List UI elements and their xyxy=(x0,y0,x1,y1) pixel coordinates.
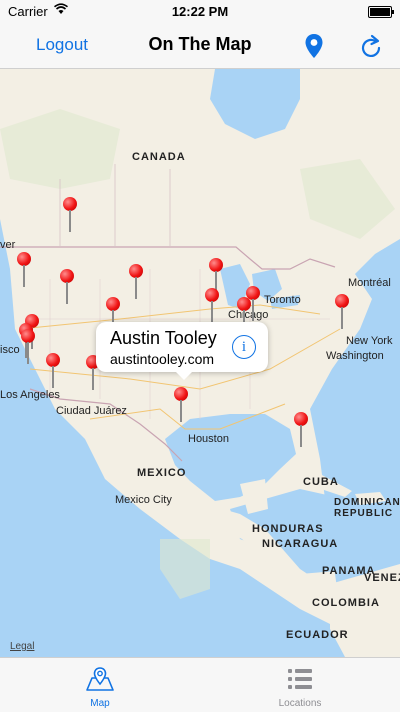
location-pin[interactable] xyxy=(127,264,145,316)
map-label-houston: Houston xyxy=(188,433,229,445)
map-label-vancouver: ver xyxy=(0,239,16,251)
location-pin[interactable] xyxy=(61,197,79,249)
tab-locations-label: Locations xyxy=(278,698,322,709)
map-icon xyxy=(86,667,114,691)
map-label-canada: CANADA xyxy=(132,151,186,163)
location-pin[interactable] xyxy=(58,269,76,321)
navigation-bar: Logout On The Map xyxy=(0,24,400,69)
map-label-honduras: HONDURAS xyxy=(252,523,324,535)
map-label-montreal: Montréal xyxy=(348,277,391,289)
tab-bar: Map Locations xyxy=(0,657,400,712)
battery-icon xyxy=(368,6,394,18)
list-icon xyxy=(288,669,312,689)
map-label-colombia: COLOMBIA xyxy=(312,597,380,609)
refresh-icon xyxy=(361,34,381,57)
page-title: On The Map xyxy=(148,34,252,54)
location-pin[interactable] xyxy=(44,353,62,405)
location-pin[interactable] xyxy=(292,412,310,464)
legal-link[interactable]: Legal xyxy=(10,641,34,652)
map-label-dominican-republic: DOMINICAN REPUBLIC xyxy=(334,497,400,519)
info-icon[interactable]: i xyxy=(232,335,256,359)
add-pin-button[interactable] xyxy=(302,32,326,60)
annotation-callout[interactable]: Austin Tooley austintooley.com i xyxy=(96,322,268,380)
map-label-mexico: MEXICO xyxy=(137,467,187,479)
refresh-button[interactable] xyxy=(358,33,386,61)
map-label-toronto: Toronto xyxy=(264,294,301,306)
map-label-new-york: New York xyxy=(346,335,393,347)
map-label-nicaragua: NICARAGUA xyxy=(262,538,339,550)
tab-locations[interactable]: Locations xyxy=(200,658,400,712)
callout-student-url[interactable]: austintooley.com xyxy=(110,351,214,367)
tab-map-label: Map xyxy=(90,698,110,709)
callout-student-name: Austin Tooley xyxy=(110,328,217,348)
location-pin[interactable] xyxy=(172,387,190,439)
map-label-ecuador: ECUADOR xyxy=(286,629,349,641)
map-label-venezuela: VENEZU xyxy=(364,572,400,584)
map-label-washington: Washington xyxy=(326,350,384,362)
status-bar: Carrier 12:22 PM xyxy=(0,0,400,24)
clock: 12:22 PM xyxy=(171,4,229,19)
location-pin[interactable] xyxy=(333,294,351,346)
map-view[interactable]: CANADA ver Montréal Toronto Chicago New … xyxy=(0,69,400,657)
tab-map[interactable]: Map xyxy=(0,658,200,712)
location-pin-icon xyxy=(305,34,323,58)
map-label-cuba: CUBA xyxy=(303,476,339,488)
map-label-mexico-city: Mexico City xyxy=(115,494,172,506)
location-pin[interactable] xyxy=(19,329,37,381)
location-pin[interactable] xyxy=(15,252,33,304)
